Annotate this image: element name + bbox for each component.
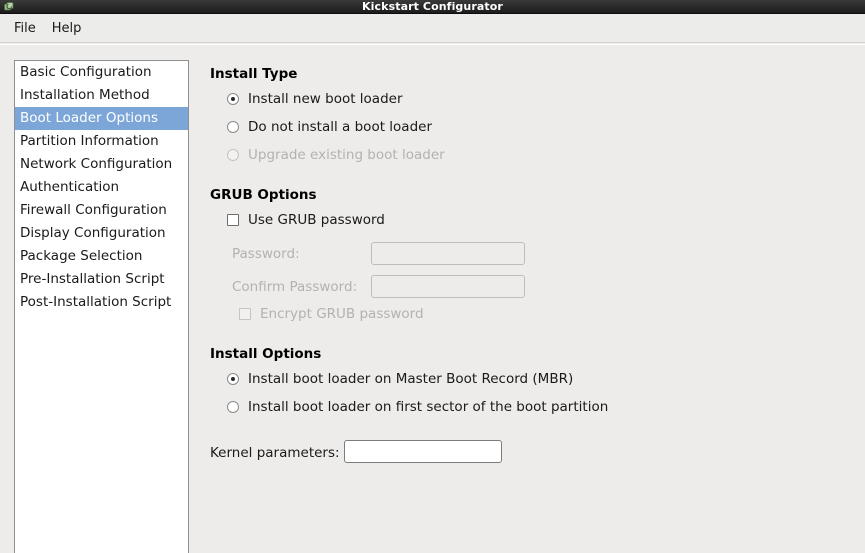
checkbox-use-grub-password[interactable]: Use GRUB password xyxy=(227,212,385,228)
radio-indicator xyxy=(227,149,239,161)
radio-install-on-first-sector[interactable]: Install boot loader on first sector of t… xyxy=(227,399,608,415)
radio-indicator[interactable] xyxy=(227,93,239,105)
sidebar-item-partition-information[interactable]: Partition Information xyxy=(15,130,188,153)
checkbox-encrypt-grub-password: Encrypt GRUB password xyxy=(239,306,424,322)
radio-label: Install new boot loader xyxy=(248,91,403,107)
radio-label: Install boot loader on first sector of t… xyxy=(248,399,609,415)
radio-upgrade-existing-boot-loader: Upgrade existing boot loader xyxy=(227,147,445,163)
radio-indicator[interactable] xyxy=(227,373,239,385)
install-options-heading: Install Options xyxy=(210,346,322,362)
confirm-password-input[interactable] xyxy=(371,275,525,298)
kernel-parameters-label: Kernel parameters: xyxy=(210,445,340,461)
grub-options-heading: GRUB Options xyxy=(210,187,317,203)
confirm-password-label: Confirm Password: xyxy=(232,279,358,295)
radio-label: Upgrade existing boot loader xyxy=(248,147,445,163)
menubar: File Help xyxy=(0,15,865,43)
radio-install-new-boot-loader[interactable]: Install new boot loader xyxy=(227,91,403,107)
menubar-separator xyxy=(0,44,865,47)
checkbox-label: Use GRUB password xyxy=(248,212,385,228)
radio-do-not-install-boot-loader[interactable]: Do not install a boot loader xyxy=(227,119,432,135)
sidebar-item-firewall-configuration[interactable]: Firewall Configuration xyxy=(15,199,188,222)
window-titlebar: Kickstart Configurator xyxy=(0,0,865,14)
radio-label: Do not install a boot loader xyxy=(248,119,432,135)
sidebar-item-pre-installation-script[interactable]: Pre-Installation Script xyxy=(15,268,188,291)
checkbox-indicator xyxy=(239,308,251,320)
menu-help[interactable]: Help xyxy=(44,18,90,40)
sidebar-item-post-installation-script[interactable]: Post-Installation Script xyxy=(15,291,188,314)
radio-label: Install boot loader on Master Boot Recor… xyxy=(248,371,574,387)
radio-install-on-mbr[interactable]: Install boot loader on Master Boot Recor… xyxy=(227,371,573,387)
sidebar-item-basic-configuration[interactable]: Basic Configuration xyxy=(15,61,188,84)
radio-indicator[interactable] xyxy=(227,401,239,413)
section-list[interactable]: Basic Configuration Installation Method … xyxy=(14,60,189,553)
sidebar-item-authentication[interactable]: Authentication xyxy=(15,176,188,199)
sidebar-item-network-configuration[interactable]: Network Configuration xyxy=(15,153,188,176)
checkbox-label: Encrypt GRUB password xyxy=(260,306,424,322)
kernel-parameters-input[interactable] xyxy=(344,440,502,463)
sidebar-item-installation-method[interactable]: Installation Method xyxy=(15,84,188,107)
sidebar-item-package-selection[interactable]: Package Selection xyxy=(15,245,188,268)
window-title: Kickstart Configurator xyxy=(362,0,503,13)
menu-file[interactable]: File xyxy=(6,18,44,40)
sidebar-item-boot-loader-options[interactable]: Boot Loader Options xyxy=(15,107,188,130)
install-type-heading: Install Type xyxy=(210,66,298,82)
password-label: Password: xyxy=(232,246,300,262)
password-input[interactable] xyxy=(371,242,525,265)
radio-indicator[interactable] xyxy=(227,121,239,133)
sidebar-item-display-configuration[interactable]: Display Configuration xyxy=(15,222,188,245)
checkbox-indicator[interactable] xyxy=(227,214,239,226)
